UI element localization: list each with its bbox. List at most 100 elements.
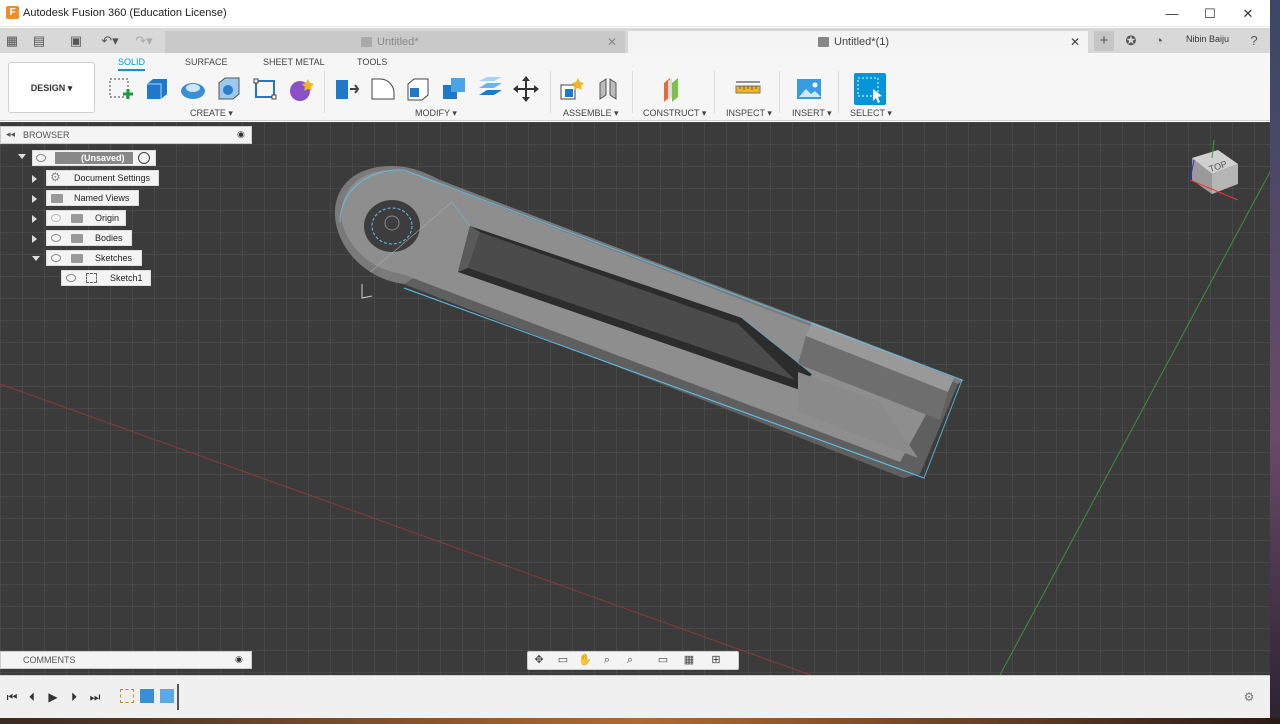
create-sketch-icon[interactable]: [107, 75, 135, 103]
play-icon[interactable]: ▶: [46, 689, 60, 705]
rectangle-sketch-icon[interactable]: [251, 75, 279, 103]
insert-menu[interactable]: INSERT ▾: [792, 108, 832, 119]
offset-face-icon[interactable]: [476, 75, 504, 103]
new-tab-plus-icon[interactable]: +: [1094, 31, 1114, 51]
create-menu[interactable]: CREATE ▾: [190, 108, 233, 119]
go-to-start-icon[interactable]: ⏮: [5, 689, 19, 705]
browser-panel-header[interactable]: ◂◂ BROWSER ◉: [0, 126, 252, 144]
tree-item-sketches[interactable]: Sketches: [46, 250, 142, 266]
3d-viewport[interactable]: TOP: [0, 122, 1270, 675]
tab-sheet-metal[interactable]: SHEET METAL: [263, 57, 325, 67]
viewports-icon[interactable]: ⊞: [708, 654, 724, 667]
divider: [779, 71, 780, 113]
create-form-icon[interactable]: [287, 75, 315, 103]
timeline-extrude-icon[interactable]: [140, 689, 154, 703]
tree-item-bodies[interactable]: Bodies: [46, 230, 132, 246]
visibility-eye-icon[interactable]: [51, 254, 61, 262]
look-at-icon[interactable]: ▭: [555, 654, 571, 667]
display-settings-icon[interactable]: ▭: [655, 654, 671, 667]
chamfer-icon[interactable]: [404, 75, 432, 103]
joint-icon[interactable]: [594, 75, 622, 103]
tab-close-icon[interactable]: ✕: [607, 31, 617, 53]
tree-item-label: Bodies: [95, 233, 123, 243]
tree-expand-arrow[interactable]: [32, 215, 37, 223]
collapse-panel-icon[interactable]: ◂◂: [6, 129, 15, 140]
zoom-icon[interactable]: ⌕: [599, 654, 615, 667]
origin-marker: [361, 284, 373, 299]
select-icon[interactable]: [854, 73, 886, 105]
minimize-button[interactable]: —: [1152, 0, 1192, 27]
extrude-icon[interactable]: [143, 75, 171, 103]
tree-expand-arrow[interactable]: [32, 195, 37, 203]
visibility-eye-icon[interactable]: [66, 274, 76, 282]
tab-untitled-1[interactable]: Untitled*(1) ✕: [628, 31, 1088, 53]
tree-expand-arrow[interactable]: [32, 175, 37, 183]
revolve-icon[interactable]: [179, 75, 207, 103]
timeline-settings-gear-icon[interactable]: ⚙: [1242, 689, 1256, 705]
move-icon[interactable]: [512, 75, 540, 103]
tab-close-icon[interactable]: ✕: [1070, 31, 1080, 53]
comments-panel-header[interactable]: COMMENTS ◉: [0, 651, 252, 669]
modify-menu[interactable]: MODIFY ▾: [415, 108, 457, 119]
select-menu[interactable]: SELECT ▾: [850, 108, 892, 119]
redo-icon[interactable]: ↷▾: [130, 32, 158, 49]
tree-expand-arrow[interactable]: [32, 235, 37, 243]
tab-untitled[interactable]: Untitled* ✕: [165, 31, 625, 53]
user-name[interactable]: Nibin Baiju: [1186, 34, 1229, 44]
help-icon[interactable]: ?: [1245, 32, 1263, 49]
x-axis-line: [0, 383, 812, 675]
orbit-icon[interactable]: ✥: [531, 654, 547, 667]
tree-item-origin[interactable]: Origin: [46, 210, 126, 226]
go-to-end-icon[interactable]: ⏭: [88, 689, 102, 705]
assemble-menu[interactable]: ASSEMBLE ▾: [563, 108, 619, 119]
fit-zoom-icon[interactable]: ⌕: [622, 654, 638, 667]
tab-solid[interactable]: SOLID: [118, 57, 146, 71]
press-pull-icon[interactable]: [332, 75, 360, 103]
tree-item-sketch1[interactable]: Sketch1: [61, 270, 151, 286]
visibility-eye-icon[interactable]: [36, 154, 46, 162]
offset-plane-icon[interactable]: [659, 75, 687, 103]
fillet-icon[interactable]: [368, 75, 396, 103]
divider: [324, 71, 325, 113]
workspace-switcher-button[interactable]: DESIGN ▾: [8, 62, 95, 113]
save-icon[interactable]: ▣: [67, 32, 85, 49]
timeline-sketch-icon[interactable]: [120, 689, 134, 703]
tree-collapse-arrow[interactable]: [32, 256, 40, 261]
pin-panel-icon[interactable]: ◉: [235, 654, 243, 665]
close-window-button[interactable]: ✕: [1228, 0, 1268, 27]
activate-radio-icon[interactable]: [138, 152, 150, 164]
measure-icon[interactable]: [734, 75, 762, 103]
pin-panel-icon[interactable]: ◉: [237, 129, 245, 140]
tree-root-unsaved[interactable]: (Unsaved): [32, 150, 156, 166]
combine-icon[interactable]: [440, 75, 468, 103]
shell-icon[interactable]: [215, 75, 243, 103]
hidden-eye-icon[interactable]: [51, 214, 61, 222]
file-menu-icon[interactable]: ▤: [30, 32, 48, 49]
viewport-canvas[interactable]: [0, 122, 1270, 675]
maximize-button[interactable]: ☐: [1190, 0, 1230, 27]
inspect-menu[interactable]: INSPECT ▾: [726, 108, 772, 119]
new-component-icon[interactable]: [558, 75, 586, 103]
undo-icon[interactable]: ↶▾: [96, 32, 124, 49]
grid-apps-icon[interactable]: ▦: [3, 32, 21, 49]
gear-icon: ⚙: [50, 170, 61, 184]
grid-settings-icon[interactable]: ▦: [681, 654, 697, 667]
pan-hand-icon[interactable]: ✋: [577, 654, 593, 667]
step-forward-icon[interactable]: ⏵: [67, 689, 81, 705]
viewcube[interactable]: TOP: [1180, 138, 1250, 210]
job-status-icon[interactable]: ◔: [1150, 32, 1168, 49]
extensions-icon[interactable]: ✪: [1122, 32, 1140, 49]
fusion-app-icon: F: [6, 6, 19, 19]
step-back-icon[interactable]: ⏴: [25, 689, 39, 705]
tree-item-document-settings[interactable]: ⚙ Document Settings: [46, 170, 159, 186]
timeline-marker[interactable]: [177, 684, 179, 710]
tree-collapse-arrow[interactable]: [18, 154, 26, 159]
insert-image-icon[interactable]: [795, 75, 823, 103]
construct-menu[interactable]: CONSTRUCT ▾: [643, 108, 706, 119]
visibility-eye-icon[interactable]: [51, 234, 61, 242]
tab-surface[interactable]: SURFACE: [185, 57, 228, 67]
tab-tools[interactable]: TOOLS: [357, 57, 387, 67]
bracket-3d-model[interactable]: [334, 166, 964, 479]
timeline-feature-icon[interactable]: [160, 689, 174, 703]
tree-item-named-views[interactable]: Named Views: [46, 190, 139, 206]
